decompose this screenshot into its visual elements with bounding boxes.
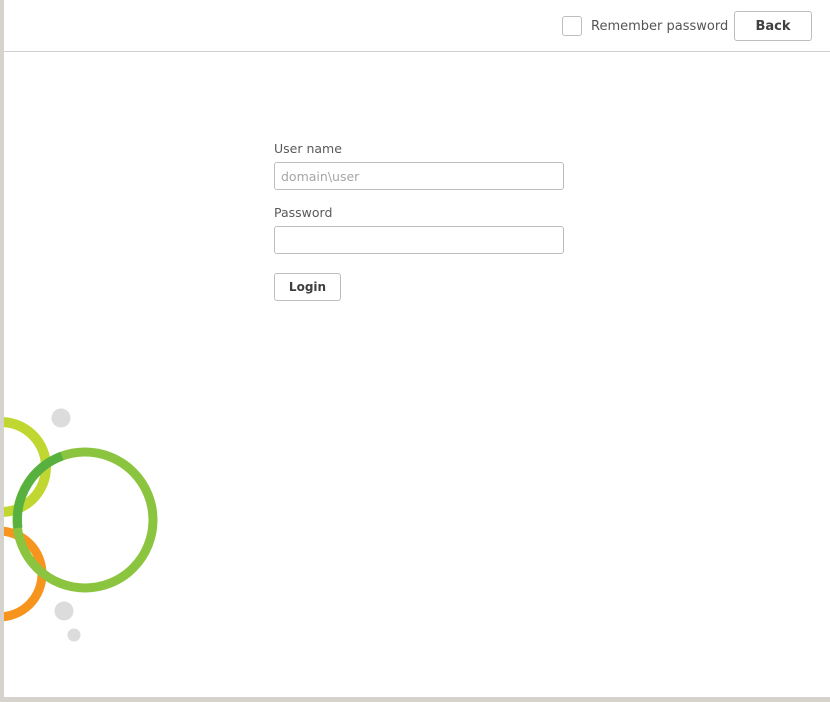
decorative-circles-logo bbox=[4, 408, 158, 642]
login-form: User name Password Login bbox=[274, 141, 564, 301]
top-bar: Remember password Back bbox=[4, 0, 830, 52]
remember-password-toggle[interactable]: Remember password bbox=[562, 15, 728, 37]
remember-password-checkbox[interactable] bbox=[562, 16, 582, 36]
login-window: Remember password Back User name Passwor… bbox=[4, 0, 830, 697]
username-label: User name bbox=[274, 141, 342, 156]
decor-dot-mid bbox=[54, 601, 74, 621]
remember-password-label: Remember password bbox=[591, 18, 729, 34]
back-button[interactable]: Back bbox=[734, 11, 812, 41]
decor-dot-small bbox=[67, 628, 81, 642]
username-input[interactable] bbox=[274, 162, 564, 190]
password-label: Password bbox=[274, 205, 333, 220]
decor-dot-top bbox=[51, 408, 71, 428]
login-button[interactable]: Login bbox=[274, 273, 341, 301]
password-input[interactable] bbox=[274, 226, 564, 254]
